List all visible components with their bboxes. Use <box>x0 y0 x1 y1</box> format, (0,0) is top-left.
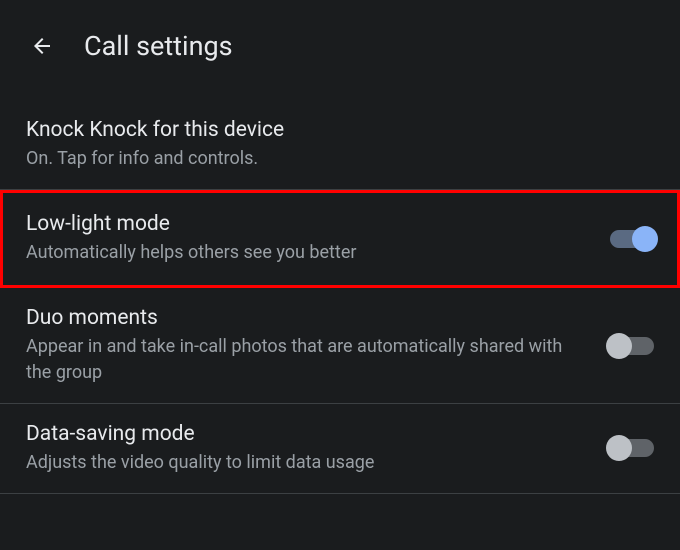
setting-knock-knock[interactable]: Knock Knock for this device On. Tap for … <box>0 100 680 190</box>
back-arrow-icon[interactable] <box>30 34 54 58</box>
setting-title: Data-saving mode <box>26 422 590 446</box>
setting-title: Knock Knock for this device <box>26 118 634 142</box>
toggle-thumb <box>632 226 658 252</box>
toggle-thumb <box>606 435 632 461</box>
duo-moments-toggle[interactable] <box>610 337 654 355</box>
toggle-thumb <box>606 333 632 359</box>
setting-text: Duo moments Appear in and take in-call p… <box>26 306 610 384</box>
setting-duo-moments[interactable]: Duo moments Appear in and take in-call p… <box>0 288 680 403</box>
setting-title: Low-light mode <box>26 212 590 236</box>
setting-text: Data-saving mode Adjusts the video quali… <box>26 422 610 475</box>
data-saving-mode-toggle[interactable] <box>610 439 654 457</box>
setting-subtitle: Adjusts the video quality to limit data … <box>26 450 590 475</box>
setting-low-light-mode[interactable]: Low-light mode Automatically helps other… <box>0 190 680 288</box>
setting-title: Duo moments <box>26 306 590 330</box>
low-light-mode-toggle[interactable] <box>610 230 654 248</box>
setting-text: Low-light mode Automatically helps other… <box>26 212 610 265</box>
page-title: Call settings <box>84 30 233 62</box>
header: Call settings <box>0 0 680 90</box>
setting-data-saving-mode[interactable]: Data-saving mode Adjusts the video quali… <box>0 404 680 494</box>
setting-text: Knock Knock for this device On. Tap for … <box>26 118 654 171</box>
setting-subtitle: Appear in and take in-call photos that a… <box>26 334 590 384</box>
setting-subtitle: Automatically helps others see you bette… <box>26 240 590 265</box>
settings-list: Knock Knock for this device On. Tap for … <box>0 90 680 494</box>
setting-subtitle: On. Tap for info and controls. <box>26 146 634 171</box>
